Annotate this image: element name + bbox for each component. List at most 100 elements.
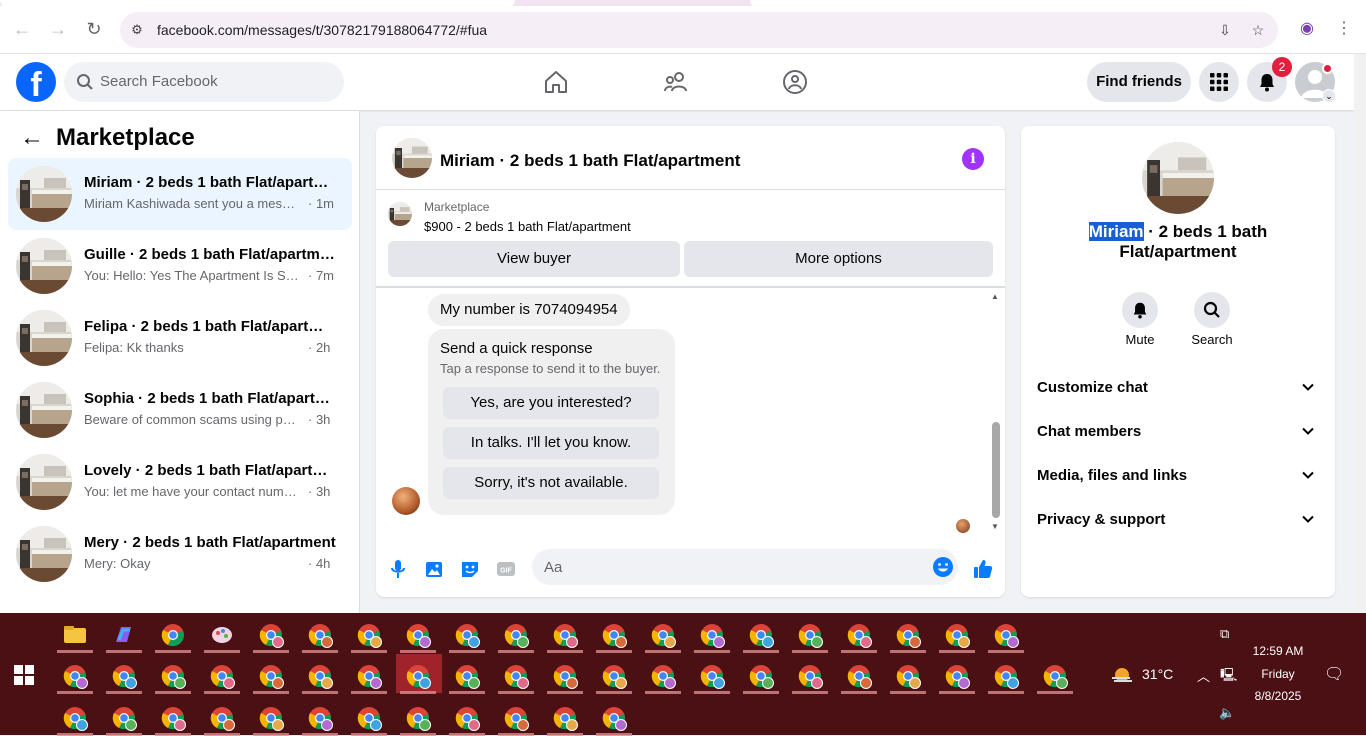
conversation-item[interactable]: Lovely · 2 beds 1 bath Flat/apartment You…: [8, 446, 352, 518]
chrome-profile-icon[interactable]: [650, 622, 676, 648]
clock-date[interactable]: 8/8/2025: [1238, 689, 1318, 703]
friends-icon[interactable]: [662, 68, 690, 96]
chrome-profile-icon[interactable]: [748, 663, 774, 689]
chrome-profile-icon[interactable]: [405, 622, 431, 648]
search-input[interactable]: Search Facebook: [64, 62, 344, 102]
chrome-profile-icon[interactable]: [797, 622, 823, 648]
conversation-item[interactable]: Miriam · 2 beds 1 bath Flat/apartment Mir…: [8, 158, 352, 230]
quick-response-option[interactable]: Sorry, it's not available.: [443, 467, 659, 499]
chat-scrollbar[interactable]: ▲ ▼: [989, 290, 1001, 534]
quick-response-option[interactable]: Yes, are you interested?: [443, 387, 659, 419]
temperature[interactable]: 31°C: [1142, 666, 1173, 682]
emoji-icon[interactable]: [932, 556, 954, 578]
details-section[interactable]: Privacy & support: [1037, 498, 1319, 542]
tray-chevron-up-icon[interactable]: ︿: [1197, 666, 1210, 685]
conversation-item[interactable]: Felipa · 2 beds 1 bath Flat/apartment Fel…: [8, 302, 352, 374]
gif-icon[interactable]: GIF: [495, 558, 517, 580]
thumbs-up-icon[interactable]: [972, 558, 994, 580]
scroll-down-icon[interactable]: ▼: [991, 522, 999, 531]
chrome-profile-icon[interactable]: [1042, 663, 1068, 689]
clock-time[interactable]: 12:59 AM: [1238, 644, 1318, 658]
chrome-profile-icon[interactable]: [552, 663, 578, 689]
chrome-profile-icon[interactable]: [258, 705, 284, 731]
chrome-profile-icon[interactable]: [552, 622, 578, 648]
details-section[interactable]: Chat members: [1037, 410, 1319, 454]
chrome-profile-icon[interactable]: [307, 705, 333, 731]
chrome-profile-icon[interactable]: [454, 622, 480, 648]
mute-button[interactable]: [1122, 292, 1158, 328]
chrome-profile-icon[interactable]: [895, 622, 921, 648]
chrome-profile-icon[interactable]: [356, 705, 382, 731]
copilot-icon[interactable]: [111, 622, 137, 648]
sender-avatar[interactable]: [392, 487, 420, 515]
chrome-profile-icon[interactable]: [797, 663, 823, 689]
listing-avatar[interactable]: [392, 138, 432, 178]
chrome-profile-icon[interactable]: [895, 663, 921, 689]
menu-button[interactable]: [1199, 62, 1239, 102]
view-buyer-button[interactable]: View buyer: [388, 241, 680, 277]
network-icon[interactable]: 🖳: [1220, 666, 1237, 688]
message-input[interactable]: Aa: [532, 549, 958, 585]
chrome-profile-icon[interactable]: [405, 705, 431, 731]
chrome-profile-icon[interactable]: [993, 663, 1019, 689]
chrome-profile-icon[interactable]: [160, 663, 186, 689]
info-icon[interactable]: i: [962, 148, 984, 170]
back-arrow-icon[interactable]: ←: [11, 18, 33, 40]
chrome-profile-icon[interactable]: [160, 705, 186, 731]
chrome-profile-icon[interactable]: [944, 663, 970, 689]
chrome-profile-icon[interactable]: [503, 663, 529, 689]
clock-day[interactable]: Friday: [1238, 667, 1318, 681]
chrome-profile-icon[interactable]: [993, 622, 1019, 648]
contact-avatar[interactable]: [1142, 142, 1214, 214]
url-text[interactable]: facebook.com/messages/t/3078217918806477…: [157, 22, 487, 38]
chrome-profile-icon[interactable]: [454, 663, 480, 689]
chrome-profile-icon[interactable]: [944, 622, 970, 648]
bookmark-star-icon[interactable]: ☆: [1249, 21, 1267, 39]
conversation-item[interactable]: Guille · 2 beds 1 bath Flat/apartment You…: [8, 230, 352, 302]
scroll-up-icon[interactable]: ▲: [991, 292, 999, 301]
conversation-item[interactable]: Mery · 2 beds 1 bath Flat/apartment Mery:…: [8, 518, 352, 590]
chrome-profile-icon[interactable]: [650, 663, 676, 689]
profile-icon[interactable]: ◉: [1296, 18, 1318, 40]
chevron-down-icon[interactable]: ⌄: [1322, 89, 1336, 103]
photo-icon[interactable]: [423, 558, 445, 580]
page-scrollbar[interactable]: [1354, 54, 1366, 613]
chrome-profile-icon[interactable]: [601, 663, 627, 689]
chrome-profile-icon[interactable]: [209, 705, 235, 731]
groups-icon[interactable]: [781, 68, 809, 96]
chrome-profile-icon[interactable]: [62, 663, 88, 689]
chrome-profile-icon[interactable]: [503, 705, 529, 731]
site-settings-icon[interactable]: ⚙: [128, 21, 146, 39]
chrome-profile-icon[interactable]: [846, 622, 872, 648]
chrome-profile-icon[interactable]: [307, 663, 333, 689]
forward-arrow-icon[interactable]: →: [47, 18, 69, 40]
chrome-profile-icon[interactable]: [699, 622, 725, 648]
chrome-profile-icon[interactable]: [601, 622, 627, 648]
paint-icon[interactable]: [209, 622, 235, 648]
file-explorer-icon[interactable]: [62, 622, 88, 648]
sticker-icon[interactable]: [459, 558, 481, 580]
chrome-profile-icon[interactable]: [258, 622, 284, 648]
chrome-profile-icon[interactable]: [111, 663, 137, 689]
chrome-profile-icon[interactable]: [356, 663, 382, 689]
chrome-profile-icon[interactable]: [62, 705, 88, 731]
details-section[interactable]: Customize chat: [1037, 366, 1319, 410]
weather-icon[interactable]: [1110, 665, 1134, 685]
browser-menu-icon[interactable]: ⋮: [1333, 18, 1355, 40]
chrome-icon[interactable]: [160, 622, 186, 648]
find-friends-button[interactable]: Find friends: [1087, 62, 1191, 102]
chrome-profile-icon[interactable]: [356, 622, 382, 648]
address-bar[interactable]: ⚙ facebook.com/messages/t/30782179188064…: [120, 12, 1278, 48]
chrome-profile-icon[interactable]: [258, 663, 284, 689]
chrome-profile-icon[interactable]: [454, 705, 480, 731]
home-icon[interactable]: [542, 68, 570, 96]
back-arrow-icon[interactable]: ←: [20, 126, 44, 151]
conversation-item[interactable]: Sophia · 2 beds 1 bath Flat/apartment Bew…: [8, 374, 352, 446]
chat-title[interactable]: Miriam · 2 beds 1 bath Flat/apartment: [440, 151, 740, 171]
listing-thumbnail[interactable]: [388, 202, 412, 226]
chrome-profile-icon[interactable]: [552, 705, 578, 731]
search-conversation-button[interactable]: [1194, 292, 1230, 328]
windows-start-icon[interactable]: [14, 665, 34, 685]
facebook-logo-icon[interactable]: f: [16, 62, 56, 102]
volume-icon[interactable]: 🔈: [1219, 705, 1235, 721]
